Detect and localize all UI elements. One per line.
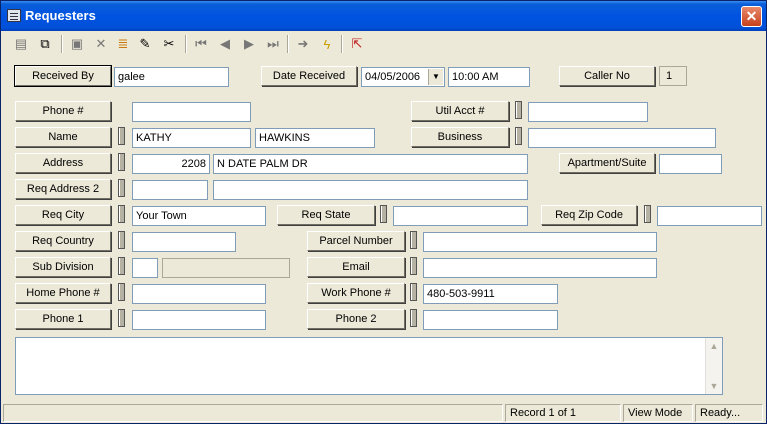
delete-icon[interactable]: ✕ xyxy=(91,34,111,54)
field-marker xyxy=(380,205,387,223)
field-marker xyxy=(410,231,417,249)
sub-division-code-field[interactable] xyxy=(132,258,158,278)
street-name-field[interactable]: N DATE PALM DR xyxy=(213,154,528,174)
name-button[interactable]: Name xyxy=(15,127,111,147)
first-record-icon[interactable]: ⏮ xyxy=(191,34,211,54)
req-address2-field-1[interactable] xyxy=(132,180,208,200)
lightning-icon[interactable]: ϟ xyxy=(317,34,337,54)
email-field[interactable] xyxy=(423,258,657,278)
field-marker xyxy=(118,231,125,249)
caller-no-value: 1 xyxy=(659,66,687,86)
scissors-icon[interactable]: ✂ xyxy=(159,34,179,54)
status-mode: View Mode xyxy=(623,404,693,422)
app-icon xyxy=(7,9,21,22)
close-button[interactable]: ✕ xyxy=(741,6,762,27)
goto-icon[interactable]: ➜ xyxy=(293,34,313,54)
date-received-field[interactable]: 04/05/2006 ▼ xyxy=(361,67,445,87)
next-record-icon[interactable]: ▶ xyxy=(239,34,259,54)
status-record: Record 1 of 1 xyxy=(505,404,621,422)
field-marker xyxy=(118,257,125,275)
email-button[interactable]: Email xyxy=(307,257,405,277)
status-bar: Record 1 of 1 View Mode Ready... xyxy=(1,403,766,423)
business-field[interactable] xyxy=(528,128,716,148)
copy-icon[interactable]: ⧉ xyxy=(35,34,55,54)
phone1-field[interactable] xyxy=(132,310,266,330)
sub-division-name-field xyxy=(162,258,290,278)
first-name-field[interactable]: KATHY xyxy=(132,128,251,148)
parcel-number-button[interactable]: Parcel Number xyxy=(307,231,405,251)
field-marker xyxy=(644,205,651,223)
apartment-button[interactable]: Apartment/Suite xyxy=(559,153,655,173)
req-zip-button[interactable]: Req Zip Code xyxy=(541,205,637,225)
phone1-button[interactable]: Phone 1 xyxy=(15,309,111,329)
received-by-button[interactable]: Received By xyxy=(14,65,112,87)
chevron-down-icon[interactable]: ▼ xyxy=(428,69,443,85)
exit-icon[interactable]: ⇱ xyxy=(347,34,367,54)
last-name-field[interactable]: HAWKINS xyxy=(255,128,375,148)
work-phone-button[interactable]: Work Phone # xyxy=(307,283,405,303)
last-record-icon[interactable]: ⏭ xyxy=(263,34,283,54)
req-state-button[interactable]: Req State xyxy=(277,205,375,225)
field-marker xyxy=(118,127,125,145)
req-zip-field[interactable] xyxy=(657,206,762,226)
home-phone-field[interactable] xyxy=(132,284,266,304)
street-number-field[interactable]: 2208 xyxy=(132,154,210,174)
field-marker xyxy=(515,101,522,119)
save-icon[interactable]: ▣ xyxy=(67,34,87,54)
new-icon[interactable]: ▤ xyxy=(11,34,31,54)
notes-scrollbar[interactable]: ▲ ▼ xyxy=(705,338,722,394)
req-country-button[interactable]: Req Country xyxy=(15,231,111,251)
phone-field[interactable] xyxy=(132,102,251,122)
pencil-icon[interactable]: ✎ xyxy=(135,34,155,54)
req-address2-field-2[interactable] xyxy=(213,180,528,200)
status-pane-empty xyxy=(3,404,503,422)
phone-button[interactable]: Phone # xyxy=(15,101,111,121)
req-address2-button[interactable]: Req Address 2 xyxy=(15,179,111,199)
req-country-field[interactable] xyxy=(132,232,236,252)
status-state: Ready... xyxy=(695,404,763,422)
field-marker xyxy=(118,205,125,223)
address-button[interactable]: Address xyxy=(15,153,111,173)
sub-division-button[interactable]: Sub Division xyxy=(15,257,111,277)
util-acct-button[interactable]: Util Acct # xyxy=(411,101,509,121)
caller-no-button[interactable]: Caller No xyxy=(559,66,655,86)
req-state-field[interactable] xyxy=(393,206,528,226)
phone2-field[interactable] xyxy=(423,310,558,330)
home-phone-button[interactable]: Home Phone # xyxy=(15,283,111,303)
field-marker xyxy=(118,283,125,301)
business-button[interactable]: Business xyxy=(411,127,509,147)
apartment-field[interactable] xyxy=(659,154,722,174)
title-bar[interactable]: Requesters ✕ xyxy=(1,1,766,31)
time-received-field[interactable]: 10:00 AM xyxy=(448,67,530,87)
notes-textarea[interactable]: ▲ ▼ xyxy=(15,337,723,395)
phone2-button[interactable]: Phone 2 xyxy=(307,309,405,329)
toolbar-separator xyxy=(341,35,343,53)
field-marker xyxy=(118,153,125,171)
parcel-number-field[interactable] xyxy=(423,232,657,252)
date-received-button[interactable]: Date Received xyxy=(261,66,357,86)
field-marker xyxy=(118,309,125,327)
scroll-up-icon[interactable]: ▲ xyxy=(706,338,722,354)
toolbar-separator xyxy=(61,35,63,53)
received-by-field[interactable]: galee xyxy=(114,67,229,87)
util-acct-field[interactable] xyxy=(528,102,648,122)
requesters-window: Requesters ✕ ▤ ⧉ ▣ ✕ ≣ ✎ ✂ ⏮ ◀ ▶ ⏭ ➜ ϟ ⇱… xyxy=(0,0,767,424)
field-marker xyxy=(410,257,417,275)
field-marker xyxy=(410,309,417,327)
books-icon[interactable]: ≣ xyxy=(113,34,133,54)
scroll-down-icon[interactable]: ▼ xyxy=(706,378,722,394)
field-marker xyxy=(118,179,125,197)
toolbar-separator xyxy=(185,35,187,53)
field-marker xyxy=(515,127,522,145)
req-city-field[interactable]: Your Town xyxy=(132,206,266,226)
field-marker xyxy=(410,283,417,301)
window-title: Requesters xyxy=(25,8,96,23)
work-phone-field[interactable]: 480-503-9911 xyxy=(423,284,558,304)
toolbar-separator xyxy=(287,35,289,53)
toolbar: ▤ ⧉ ▣ ✕ ≣ ✎ ✂ ⏮ ◀ ▶ ⏭ ➜ ϟ ⇱ xyxy=(5,32,765,58)
prev-record-icon[interactable]: ◀ xyxy=(215,34,235,54)
req-city-button[interactable]: Req City xyxy=(15,205,111,225)
